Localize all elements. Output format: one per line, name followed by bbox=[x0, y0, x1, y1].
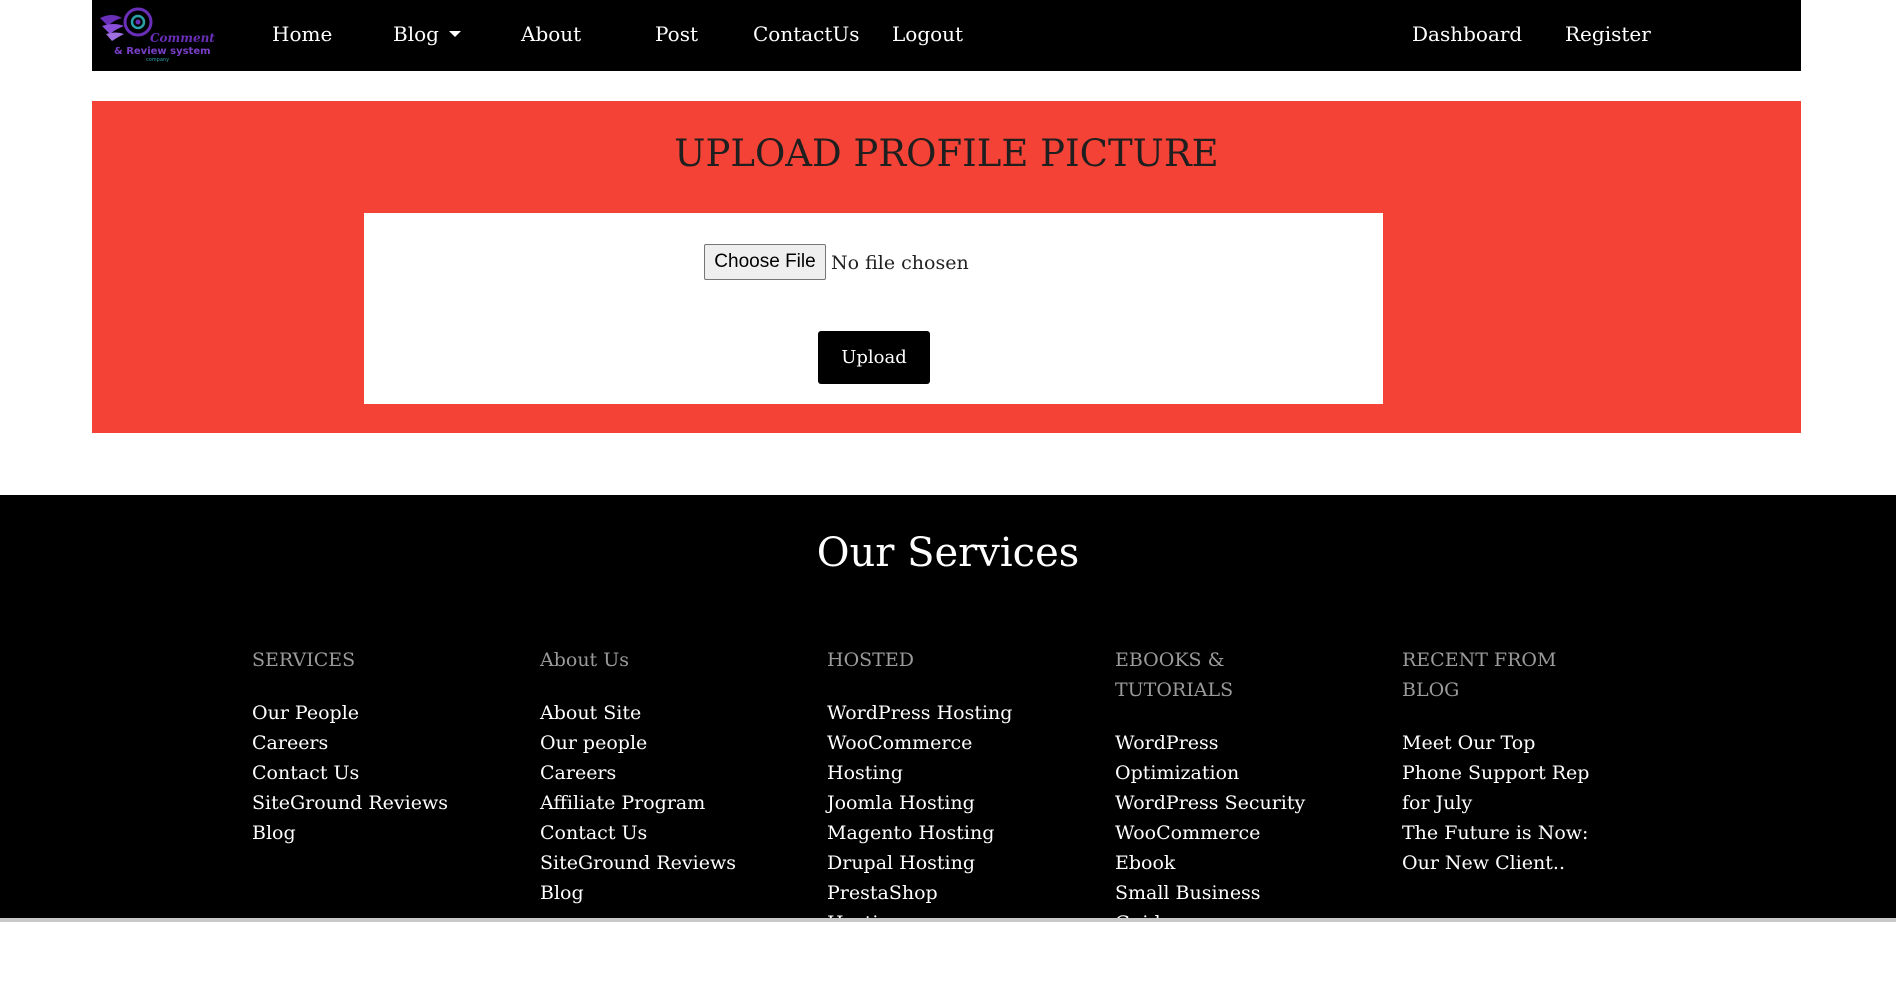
footer-column-heading: About Us bbox=[540, 649, 629, 671]
footer-column-heading: EBOOKS & TUTORIALS bbox=[1115, 649, 1234, 701]
footer-link[interactable]: WordPress Hosting bbox=[827, 698, 1017, 728]
nav-register[interactable]: Register bbox=[1565, 21, 1651, 47]
footer-link[interactable]: Knowledge Base bbox=[1115, 938, 1315, 968]
footer-link-list: About Site Our people Careers Affiliate … bbox=[540, 698, 740, 908]
footer-link[interactable]: Magento Hosting bbox=[827, 818, 1017, 848]
nav-post[interactable]: Post bbox=[655, 21, 698, 47]
footer-link[interactable]: Blog bbox=[252, 818, 452, 848]
upload-button[interactable]: Upload bbox=[818, 331, 930, 384]
footer-link[interactable]: Our people bbox=[540, 728, 740, 758]
caret-down-icon bbox=[448, 31, 461, 37]
footer-link-list: Our People Careers Contact Us SiteGround… bbox=[252, 698, 452, 848]
upload-title: UPLOAD PROFILE PICTURE bbox=[674, 132, 1219, 175]
footer-link[interactable]: Contact Us bbox=[540, 818, 740, 848]
footer-link[interactable]: WooCommerce Ebook bbox=[1115, 818, 1315, 878]
footer-link[interactable]: WordPress Security bbox=[1115, 788, 1315, 818]
footer-column-heading: SERVICES bbox=[252, 649, 356, 671]
nav-blog-label: Blog bbox=[393, 22, 439, 46]
footer-column-services: SERVICES Our People Careers Contact Us S… bbox=[252, 645, 452, 848]
footer-link[interactable]: PrestaShop Hosting bbox=[827, 878, 1017, 938]
footer: Our Services SERVICES Our People Careers… bbox=[0, 495, 1896, 994]
nav-logout[interactable]: Logout bbox=[892, 21, 963, 47]
footer-link-list: Meet Our Top Phone Support Rep for July … bbox=[1402, 728, 1597, 878]
footer-link-list: WordPress Optimization WordPress Securit… bbox=[1115, 728, 1315, 998]
nav-about[interactable]: About bbox=[521, 21, 581, 47]
upload-section: UPLOAD PROFILE PICTURE Choose File No fi… bbox=[92, 101, 1801, 433]
footer-link[interactable]: Blog bbox=[540, 878, 740, 908]
footer-link[interactable]: Affiliate Program bbox=[540, 788, 740, 818]
footer-link[interactable]: The Future is Now: Our New Client.. bbox=[1402, 818, 1597, 878]
footer-column-hosted: HOSTED WordPress Hosting WooCommerce Hos… bbox=[827, 645, 1017, 938]
nav-blog-dropdown[interactable]: Blog bbox=[393, 21, 461, 47]
footer-link[interactable]: WordPress Optimization bbox=[1115, 728, 1245, 788]
nav-contactus[interactable]: ContactUs bbox=[753, 21, 860, 47]
footer-column-about-us: About Us About Site Our people Careers A… bbox=[540, 645, 740, 908]
footer-link[interactable]: About Site bbox=[540, 698, 740, 728]
file-status-text: No file chosen bbox=[831, 252, 969, 274]
footer-link[interactable]: Careers bbox=[252, 728, 452, 758]
footer-link[interactable]: Contact Us bbox=[252, 758, 452, 788]
footer-column-heading: RECENT FROM BLOG bbox=[1402, 649, 1557, 701]
footer-column-recent-blog: RECENT FROM BLOG Meet Our Top Phone Supp… bbox=[1402, 645, 1602, 878]
upload-form: Choose File No file chosen Upload bbox=[364, 213, 1383, 404]
footer-link[interactable]: Drupal Hosting bbox=[827, 848, 1017, 878]
brand-text-line2: & Review system bbox=[114, 46, 211, 57]
brand-text-line3: company bbox=[146, 57, 169, 62]
brand-logo[interactable]: Comment & Review system company bbox=[98, 4, 216, 63]
footer-title: Our Services bbox=[816, 530, 1080, 576]
footer-link[interactable]: Small Business Guide bbox=[1115, 878, 1315, 938]
footer-link[interactable]: SiteGround Reviews bbox=[252, 788, 452, 818]
footer-link-list: WordPress Hosting WooCommerce Hosting Jo… bbox=[827, 698, 1017, 938]
footer-link[interactable]: Our People bbox=[252, 698, 452, 728]
footer-column-heading: HOSTED bbox=[827, 649, 914, 671]
footer-link[interactable]: WordPress Tutorial bbox=[1115, 968, 1315, 998]
brand-text-line1: Comment bbox=[150, 31, 215, 45]
footer-column-ebooks: EBOOKS & TUTORIALS WordPress Optimizatio… bbox=[1115, 645, 1315, 998]
footer-link[interactable]: Joomla Hosting bbox=[827, 788, 1017, 818]
footer-link[interactable]: Meet Our Top Phone Support Rep for July bbox=[1402, 728, 1597, 818]
nav-home[interactable]: Home bbox=[272, 21, 332, 47]
footer-link[interactable]: Careers bbox=[540, 758, 740, 788]
choose-file-button[interactable]: Choose File bbox=[704, 244, 826, 280]
footer-link[interactable]: SiteGround Reviews bbox=[540, 848, 740, 878]
navbar: Comment & Review system company Home Blo… bbox=[92, 0, 1801, 71]
window-bottom-edge bbox=[0, 918, 1896, 922]
footer-link[interactable]: WooCommerce Hosting bbox=[827, 728, 1017, 788]
nav-dashboard[interactable]: Dashboard bbox=[1412, 21, 1522, 47]
